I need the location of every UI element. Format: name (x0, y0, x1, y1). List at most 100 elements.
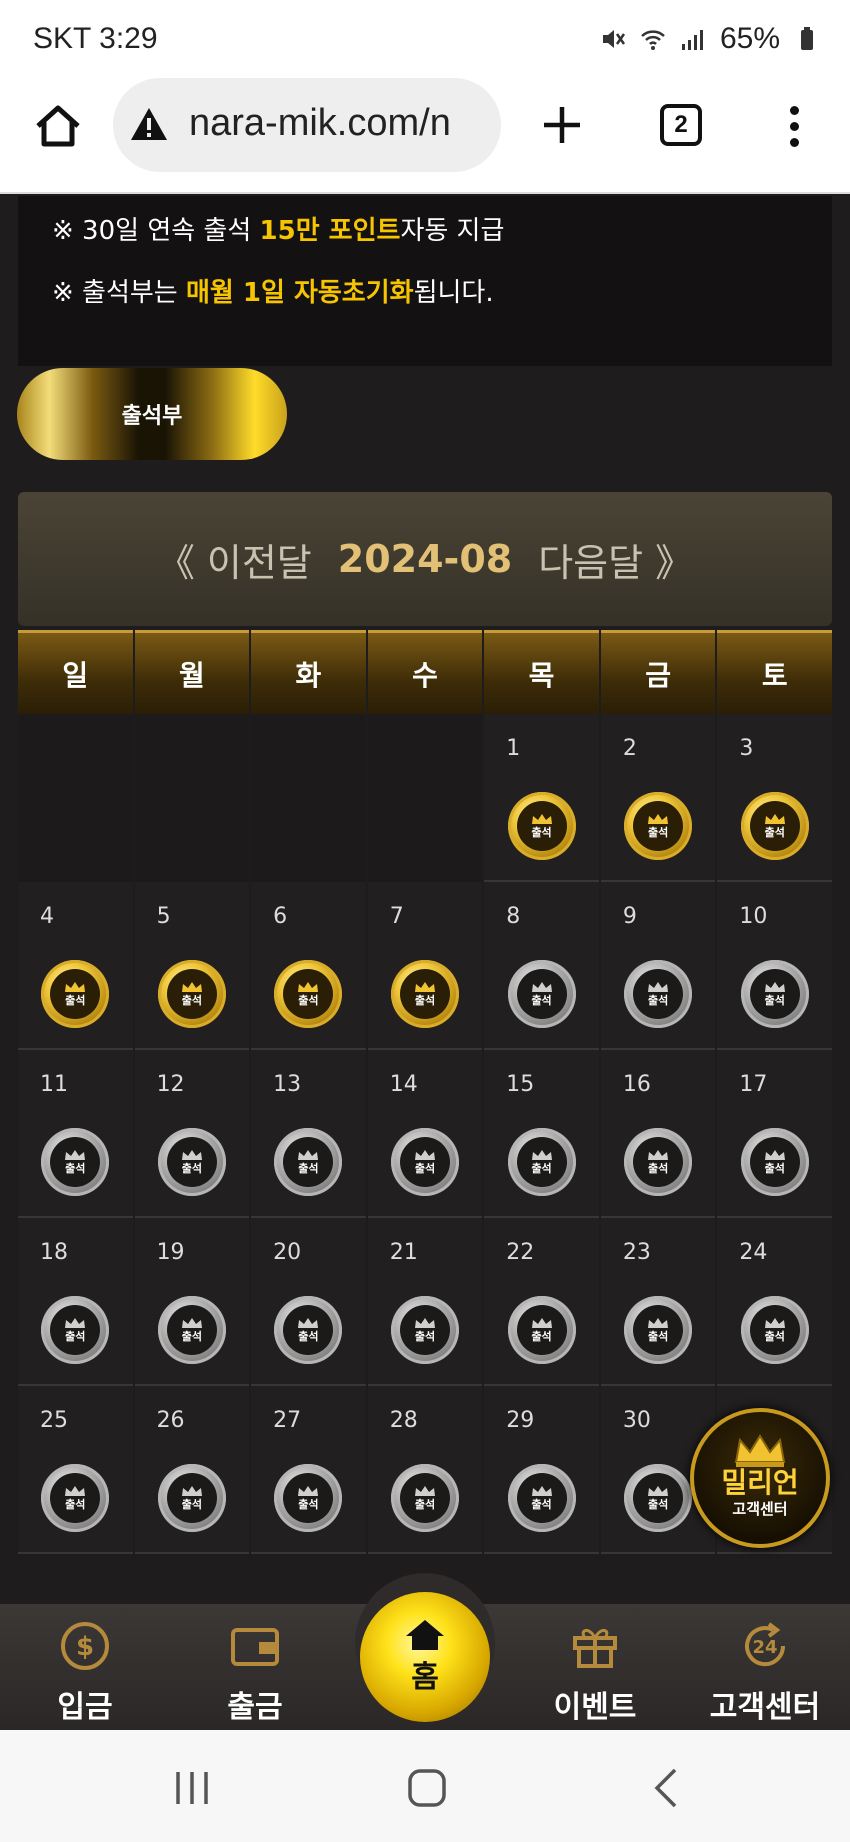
stamp-inner: 출석 (283, 1473, 334, 1523)
crown-icon (414, 1486, 435, 1496)
weekday-mon: 월 (134, 630, 250, 714)
new-tab-icon[interactable] (540, 103, 584, 147)
crown-icon (181, 1318, 202, 1328)
stamp-inner: 출석 (516, 1305, 567, 1355)
attendance-stamp-unchecked: 출석 (740, 1296, 809, 1364)
signal-icon (681, 30, 703, 50)
attendance-stamp-unchecked: 출석 (624, 1464, 693, 1532)
crown-icon (181, 1150, 202, 1160)
calendar-empty-cell (134, 714, 250, 882)
attendance-stamp-checked: 출석 (41, 960, 110, 1028)
stamp-label: 출석 (648, 994, 669, 1007)
warning-icon[interactable] (129, 106, 169, 142)
wifi-icon (641, 30, 665, 50)
weekday-thu: 목 (484, 630, 599, 714)
stamp-label: 출석 (648, 1162, 669, 1175)
attendance-stamp-unchecked: 출석 (157, 1464, 226, 1532)
android-home-icon[interactable] (405, 1766, 449, 1810)
stamp-label: 출석 (181, 1162, 202, 1175)
stamp-label: 출석 (181, 1330, 202, 1343)
attendance-stamp-unchecked: 출석 (390, 1464, 459, 1532)
attendance-stamp-unchecked: 출석 (624, 960, 693, 1028)
home-icon[interactable] (30, 98, 86, 154)
nav-home[interactable]: 홈 (360, 1592, 490, 1722)
system-nav-bar (0, 1730, 850, 1842)
calendar-day-cell: 19 출석 (134, 1218, 250, 1386)
stamp-inner: 출석 (283, 1137, 334, 1187)
more-options-icon[interactable] (780, 102, 808, 150)
stamp-inner: 출석 (50, 1137, 101, 1187)
stamp-label: 출석 (65, 994, 86, 1007)
nav-withdraw[interactable]: 출금 (180, 1612, 330, 1728)
house-icon (406, 1620, 444, 1650)
stamp-label: 출석 (648, 826, 669, 839)
attendance-stamp-checked: 출석 (624, 792, 693, 860)
calendar-day-cell: 18 출석 (18, 1218, 133, 1386)
attendance-button[interactable]: 출석부 (17, 368, 287, 460)
gift-icon (573, 1629, 617, 1668)
stamp-label: 출석 (531, 994, 552, 1007)
prev-month-button[interactable]: 《 이전달 (157, 532, 312, 587)
day-number: 6 (273, 904, 288, 929)
crown-icon (181, 982, 202, 992)
crown-icon (764, 1318, 785, 1328)
day-number: 22 (506, 1240, 535, 1265)
tab-count-button[interactable]: 2 (660, 104, 702, 146)
crown-icon (65, 1486, 86, 1496)
weekday-sat: 토 (717, 630, 832, 714)
stamp-inner: 출석 (516, 1473, 567, 1523)
weekday-sun: 일 (18, 630, 133, 714)
recent-apps-icon[interactable] (170, 1766, 214, 1810)
stamp-label: 출석 (65, 1330, 86, 1343)
crown-icon (648, 982, 669, 992)
support-label: 고객센터 (732, 1499, 788, 1518)
nav-deposit[interactable]: $ 입금 (10, 1612, 160, 1728)
url-bar[interactable]: nara-mik.com/n (113, 78, 501, 172)
back-icon[interactable] (645, 1766, 689, 1810)
calendar-day-cell: 3 출석 (717, 714, 832, 882)
attendance-stamp-unchecked: 출석 (507, 960, 576, 1028)
svg-text:24: 24 (752, 1637, 777, 1658)
calendar-day-cell: 22 출석 (484, 1218, 599, 1386)
stamp-inner: 출석 (633, 801, 684, 851)
day-number: 30 (622, 1408, 651, 1433)
calendar-day-cell: 25 출석 (18, 1386, 133, 1554)
calendar-day-cell: 9 출석 (600, 882, 716, 1050)
attendance-stamp-unchecked: 출석 (390, 1296, 459, 1364)
stamp-inner: 출석 (166, 969, 217, 1019)
day-number: 12 (156, 1072, 185, 1097)
day-number: 25 (40, 1408, 68, 1433)
stamp-label: 출석 (531, 1330, 552, 1343)
day-number: 19 (156, 1240, 185, 1265)
stamp-label: 출석 (181, 994, 202, 1007)
crown-icon (648, 1150, 669, 1160)
crown-icon (648, 1486, 669, 1496)
stamp-inner: 출석 (50, 1305, 101, 1355)
stamp-label: 출석 (65, 1162, 86, 1175)
calendar-day-cell: 10 출석 (717, 882, 832, 1050)
day-number: 29 (506, 1408, 535, 1433)
stamp-label: 출석 (531, 1498, 552, 1511)
attendance-stamp-unchecked: 출석 (507, 1296, 576, 1364)
day-number: 5 (156, 904, 171, 929)
stamp-label: 출석 (531, 826, 552, 839)
attendance-stamp-unchecked: 출석 (507, 1464, 576, 1532)
url-text[interactable]: nara-mik.com/n (189, 102, 451, 145)
stamp-inner: 출석 (749, 969, 800, 1019)
calendar-day-cell: 15 출석 (484, 1050, 599, 1218)
stamp-label: 출석 (181, 1498, 202, 1511)
calendar-day-cell: 14 출석 (367, 1050, 483, 1218)
month-navigation: 《 이전달 2024-08 다음달 》 (18, 492, 832, 626)
browser-toolbar: nara-mik.com/n 2 (0, 78, 850, 194)
support-floating-button[interactable]: 밀리언 고객센터 (690, 1408, 830, 1548)
nav-support[interactable]: 24 고객센터 (690, 1612, 840, 1728)
attendance-stamp-unchecked: 출석 (157, 1296, 226, 1364)
next-month-button[interactable]: 다음달 》 (538, 532, 693, 587)
nav-event[interactable]: 이벤트 (520, 1612, 670, 1728)
weekday-tue: 화 (251, 630, 366, 714)
stamp-label: 출석 (414, 994, 436, 1007)
calendar-day-cell: 23 출석 (600, 1218, 716, 1386)
stamp-inner: 출석 (516, 969, 567, 1019)
crown-icon (298, 1318, 319, 1328)
stamp-label: 출석 (414, 1162, 436, 1175)
